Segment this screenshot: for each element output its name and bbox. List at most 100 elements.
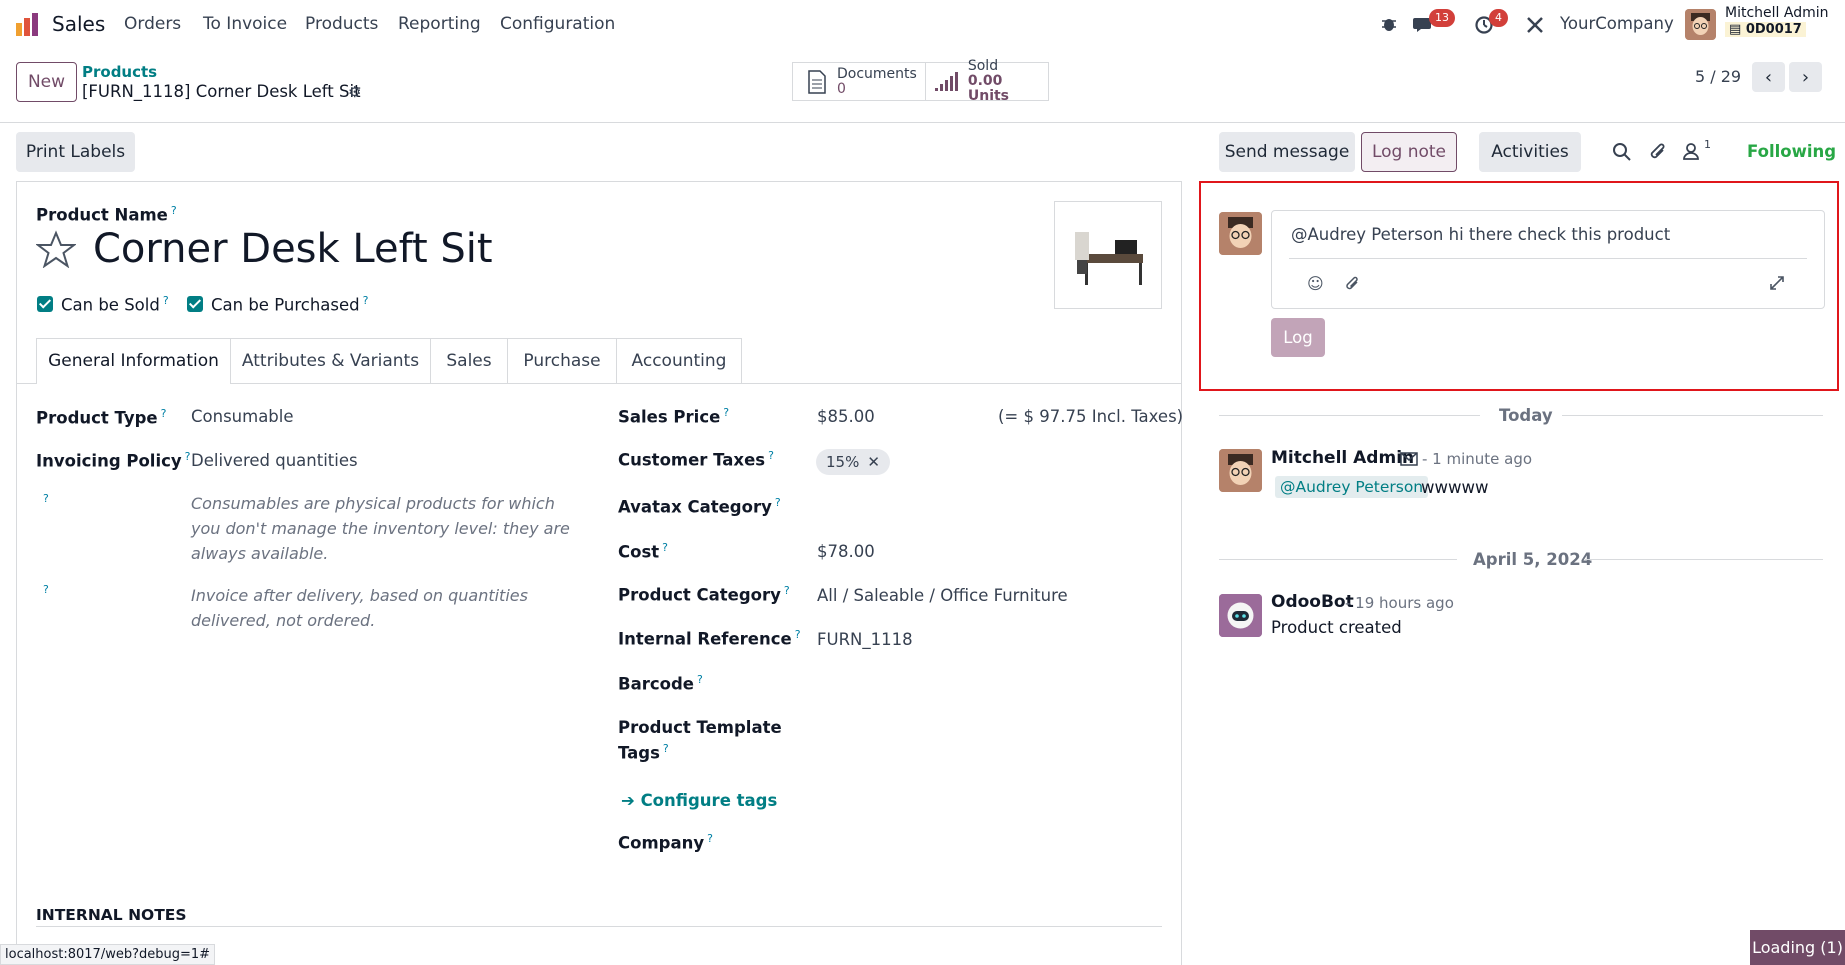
- menu-reporting[interactable]: Reporting: [398, 14, 481, 34]
- date-separator-april: April 5, 2024: [1473, 550, 1593, 569]
- menu-configuration[interactable]: Configuration: [500, 14, 615, 34]
- message-author-mitchell[interactable]: Mitchell Admin: [1271, 448, 1414, 468]
- product-type-select[interactable]: Consumable: [191, 407, 294, 426]
- loading-indicator: Loading (1): [1750, 930, 1845, 965]
- help-invoice: Invoice after delivery, based on quantit…: [191, 586, 528, 630]
- status-url: localhost:8017/web?debug=1#: [0, 944, 216, 965]
- documents-smart-button[interactable]: Documents 0: [792, 62, 926, 101]
- tax-tag-remove-icon[interactable]: ✕: [867, 453, 880, 471]
- composer-input[interactable]: @Audrey Peterson hi there check this pro…: [1291, 225, 1670, 244]
- avatax-category-label: Avatax Category?: [618, 496, 781, 517]
- sales-app-icon[interactable]: [14, 11, 42, 37]
- tab-accounting[interactable]: Accounting: [616, 338, 742, 383]
- internal-reference-label: Internal Reference?: [618, 628, 801, 649]
- pager-previous-button[interactable]: ‹: [1752, 62, 1785, 92]
- help-consumable: Consumables are physical products for wh…: [191, 494, 570, 563]
- tab-attributes-variants[interactable]: Attributes & Variants: [230, 338, 431, 383]
- sales-price-input[interactable]: $85.00: [817, 407, 875, 426]
- invoicing-policy-select[interactable]: Delivered quantities: [191, 451, 358, 470]
- internal-notes-divider: [36, 926, 1162, 927]
- menu-to-invoice[interactable]: To Invoice: [203, 14, 287, 34]
- tab-purchase[interactable]: Purchase: [507, 338, 617, 383]
- tax-tag-label: 15%: [826, 453, 860, 471]
- composer-avatar: [1219, 212, 1262, 255]
- message-avatar-odoobot[interactable]: [1219, 594, 1262, 637]
- product-category-select[interactable]: All / Saleable / Office Furniture: [817, 586, 1068, 605]
- composer-divider: [1289, 258, 1807, 259]
- messages-badge: 13: [1429, 9, 1455, 27]
- internal-notes-heading: INTERNAL NOTES: [36, 906, 187, 924]
- sold-value: 0.00 Units: [967, 73, 1010, 104]
- message-mention[interactable]: @Audrey Peterson: [1275, 476, 1429, 498]
- help-icon-2: ?: [43, 583, 49, 596]
- configure-tags-label: Configure tags: [640, 791, 778, 810]
- send-message-button[interactable]: Send message: [1219, 132, 1355, 172]
- log-button[interactable]: Log: [1271, 318, 1325, 357]
- tab-sales[interactable]: Sales: [430, 338, 508, 383]
- database-name: 0D0017: [1745, 22, 1802, 37]
- product-image[interactable]: [1054, 201, 1162, 309]
- customer-taxes-label: Customer Taxes?: [618, 449, 774, 470]
- followers-count: 1: [1704, 138, 1711, 151]
- menu-products[interactable]: Products: [305, 14, 378, 34]
- sold-label: Sold: [967, 58, 999, 74]
- activities-badge: 4: [1489, 9, 1508, 27]
- today-line-right: [1562, 415, 1823, 416]
- documents-label: Documents: [837, 65, 917, 82]
- message-author-odoobot[interactable]: OdooBot: [1271, 592, 1354, 612]
- product-category-label: Product Category?: [618, 584, 790, 605]
- activities-button[interactable]: Activities: [1479, 132, 1581, 172]
- pager-next-button[interactable]: ›: [1789, 62, 1822, 92]
- can-be-purchased-checkbox[interactable]: [187, 296, 203, 312]
- company-switcher[interactable]: YourCompany: [1560, 14, 1674, 33]
- star-icon[interactable]: [36, 230, 76, 268]
- barcode-label: Barcode?: [618, 673, 703, 694]
- company-label: Company?: [618, 832, 713, 853]
- user-avatar[interactable]: [1685, 9, 1716, 40]
- message-avatar-mitchell[interactable]: [1219, 449, 1262, 492]
- date2-line-right: [1585, 559, 1823, 560]
- message-time-mitchell: - 1 minute ago: [1422, 450, 1533, 468]
- document-icon: [808, 69, 826, 94]
- attach-icon[interactable]: [1345, 275, 1361, 293]
- product-template-tags-label-1: Product Template: [618, 718, 782, 737]
- top-navbar: Sales Orders To Invoice Products Reporti…: [0, 0, 1845, 50]
- message-body-odoobot: Product created: [1271, 618, 1402, 637]
- internal-reference-input[interactable]: FURN_1118: [817, 630, 913, 649]
- paperclip-icon[interactable]: [1648, 141, 1668, 163]
- print-labels-button[interactable]: Print Labels: [16, 132, 135, 172]
- user-name[interactable]: Mitchell Admin: [1725, 5, 1829, 21]
- log-note-button[interactable]: Log note: [1361, 132, 1457, 172]
- followers-icon[interactable]: [1682, 141, 1700, 161]
- following-button[interactable]: Following: [1747, 142, 1836, 161]
- product-name-label: Product Name?: [36, 204, 177, 225]
- pager-value[interactable]: 5 / 29: [1695, 67, 1741, 86]
- bug-icon[interactable]: [1380, 15, 1398, 33]
- new-button[interactable]: New: [16, 62, 77, 102]
- tax-tag[interactable]: 15% ✕: [816, 449, 890, 475]
- can-be-purchased-label: Can be Purchased?: [211, 294, 369, 315]
- documents-value: 0: [837, 80, 846, 97]
- cost-input[interactable]: $78.00: [817, 542, 875, 561]
- tools-icon[interactable]: [1525, 15, 1545, 35]
- configure-tags-link[interactable]: ➔ Configure tags: [621, 791, 777, 810]
- can-be-sold-checkbox[interactable]: [37, 296, 53, 312]
- breadcrumb-products[interactable]: Products: [82, 63, 157, 81]
- control-panel-divider: [0, 122, 1845, 123]
- product-type-label: Product Type?: [36, 407, 167, 428]
- sales-price-label: Sales Price?: [618, 406, 730, 427]
- menu-orders[interactable]: Orders: [124, 14, 181, 34]
- expand-icon[interactable]: [1770, 276, 1784, 290]
- sold-smart-button[interactable]: Sold 0.00 Units: [925, 58, 1049, 104]
- search-icon[interactable]: [1612, 142, 1632, 162]
- today-line-left: [1219, 415, 1480, 416]
- bar-chart-icon: [935, 71, 958, 91]
- emoji-icon[interactable]: ☺: [1307, 274, 1324, 293]
- message-time-odoobot: - 19 hours ago: [1345, 594, 1454, 612]
- gear-icon[interactable]: ⚙: [348, 83, 361, 101]
- cost-label: Cost?: [618, 541, 668, 562]
- database-badge: ▤ 0D0017: [1725, 22, 1806, 37]
- app-name[interactable]: Sales: [52, 12, 105, 36]
- product-name-input[interactable]: Corner Desk Left Sit: [93, 226, 493, 272]
- tab-general-information[interactable]: General Information: [36, 338, 231, 383]
